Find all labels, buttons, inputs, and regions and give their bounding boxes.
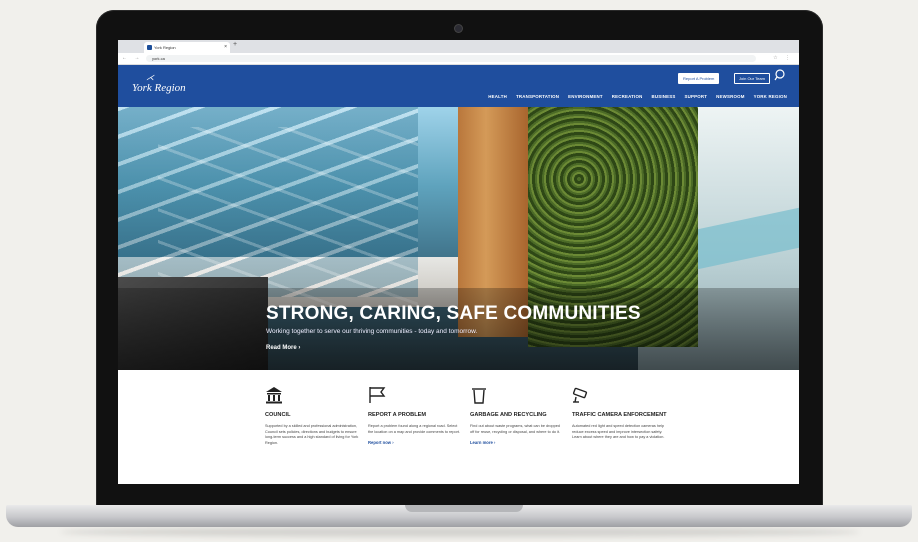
card-garbage-recycling[interactable]: GARBAGE AND RECYCLING Find out about was… <box>470 370 565 445</box>
nav-item-newsroom[interactable]: NEWSROOM <box>716 94 744 99</box>
hero-title: STRONG, CARING, SAFE COMMUNITIES <box>266 303 641 324</box>
report-now-link[interactable]: Report now › <box>368 440 463 445</box>
camera-icon <box>572 386 667 406</box>
card-title: TRAFFIC CAMERA ENFORCEMENT <box>572 412 667 418</box>
hero-banner: STRONG, CARING, SAFE COMMUNITIES Working… <box>118 107 799 370</box>
card-text: Report a problem found along a regional … <box>368 424 461 434</box>
card-text: Supported by a skilled and professional … <box>265 424 359 445</box>
logo-mark-icon: ⋌ <box>146 73 154 82</box>
address-bar: ← → ⟳ york.ca ☆ ⋮ <box>118 53 799 65</box>
card-title: GARBAGE AND RECYCLING <box>470 412 547 418</box>
nav-item-support[interactable]: SUPPORT <box>685 94 708 99</box>
main-nav: HEALTH TRANSPORTATION ENVIRONMENT RECREA… <box>488 94 787 99</box>
trash-icon <box>470 386 565 406</box>
logo-text: York Region <box>132 82 186 94</box>
laptop-shadow <box>60 527 860 537</box>
quick-links-section: COUNCIL Supported by a skilled and profe… <box>118 370 799 484</box>
new-tab-button[interactable]: + <box>233 41 237 48</box>
card-text: Automated red light and speed detection … <box>572 424 665 440</box>
nav-item-business[interactable]: BUSINESS <box>651 94 675 99</box>
card-title: REPORT A PROBLEM <box>368 412 427 418</box>
favicon <box>147 45 152 50</box>
laptop-screen: York Region × + ← → ⟳ york.ca ☆ ⋮ ⋌ York… <box>118 40 799 484</box>
report-problem-button[interactable]: Report A Problem <box>678 73 720 84</box>
laptop-base <box>6 505 912 527</box>
card-traffic-camera[interactable]: TRAFFIC CAMERA ENFORCEMENT Automated red… <box>572 370 667 441</box>
nav-item-york-region[interactable]: YORK REGION <box>754 94 787 99</box>
site-header: ⋌ York Region Report A Problem Join Our … <box>118 65 799 107</box>
tab-close-icon[interactable]: × <box>224 42 227 53</box>
laptop-notch <box>405 505 523 512</box>
url-field[interactable]: york.ca <box>146 55 756 62</box>
nav-item-recreation[interactable]: RECREATION <box>612 94 643 99</box>
webcam <box>455 25 462 32</box>
learn-more-link[interactable]: Learn more › <box>470 440 565 445</box>
building-icon <box>265 386 360 406</box>
laptop-lid: York Region × + ← → ⟳ york.ca ☆ ⋮ ⋌ York… <box>96 10 823 508</box>
card-report-problem[interactable]: REPORT A PROBLEM Report a problem found … <box>368 370 463 445</box>
join-team-button[interactable]: Join Our Team <box>734 73 770 84</box>
hero-subtitle: Working together to serve our thriving c… <box>266 328 478 335</box>
search-icon[interactable] <box>774 69 785 84</box>
browser-tab[interactable]: York Region × <box>144 42 230 53</box>
card-text: Find out about waste programs, what can … <box>470 424 561 434</box>
nav-item-environment[interactable]: ENVIRONMENT <box>568 94 603 99</box>
card-title: COUNCIL <box>265 412 291 418</box>
tab-title: York Region <box>154 45 176 50</box>
nav-item-health[interactable]: HEALTH <box>488 94 507 99</box>
browser-tab-bar: York Region × + <box>118 40 799 57</box>
nav-item-transportation[interactable]: TRANSPORTATION <box>516 94 559 99</box>
read-more-link[interactable]: Read More › <box>266 345 300 351</box>
browser-menu-icons[interactable]: ☆ ⋮ <box>773 55 793 61</box>
york-region-logo[interactable]: ⋌ York Region <box>132 73 186 95</box>
flag-icon <box>368 386 463 406</box>
card-council[interactable]: COUNCIL Supported by a skilled and profe… <box>265 370 360 446</box>
